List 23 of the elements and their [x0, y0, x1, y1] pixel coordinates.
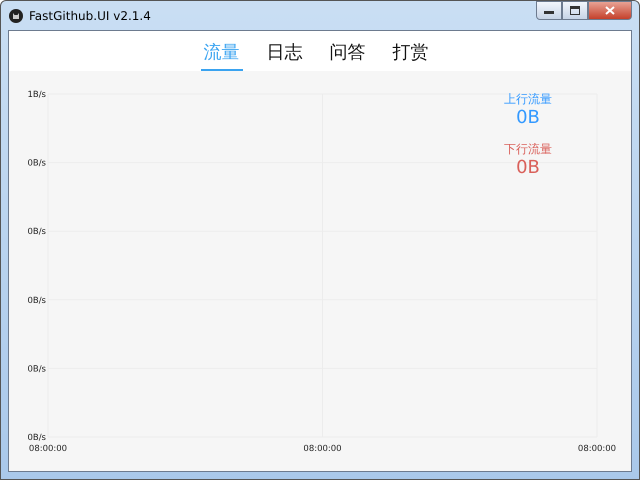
y-axis-label: 0B/s: [27, 158, 46, 169]
x-axis-label: 08:00:00: [578, 444, 616, 454]
legend-value: 0B: [516, 107, 540, 129]
legend-label: 上行流量: [504, 91, 552, 107]
y-axis-label: 1B/s: [27, 90, 46, 100]
legend-value: 0B: [516, 157, 540, 179]
maximize-icon: [570, 6, 580, 15]
cat-icon: [9, 8, 23, 22]
close-button[interactable]: [588, 1, 632, 20]
window-title: FastGithub.UI v2.1.4: [29, 8, 151, 22]
tab[interactable]: 日志: [264, 31, 306, 71]
x-axis-label: 08:00:00: [303, 444, 342, 454]
y-axis-label: 0B/s: [27, 433, 46, 443]
minimize-button[interactable]: [536, 1, 562, 20]
y-axis-label: 0B/s: [27, 296, 46, 306]
maximize-button[interactable]: [562, 1, 588, 20]
tab[interactable]: 问答: [326, 31, 368, 71]
close-icon: [605, 6, 615, 15]
x-axis-label: 08:00:00: [28, 444, 68, 454]
y-axis-label: 0B/s: [27, 227, 46, 238]
tab[interactable]: 打赏: [390, 31, 432, 71]
y-axis-label: 0B/s: [27, 364, 46, 374]
legend-label: 下行流量: [504, 141, 552, 157]
